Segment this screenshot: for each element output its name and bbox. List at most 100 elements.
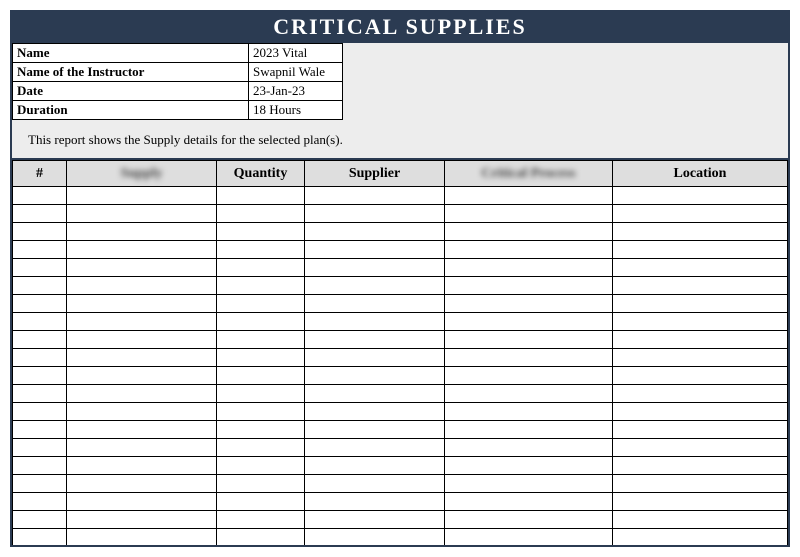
table-row: [13, 475, 788, 493]
cell-quantity: [217, 385, 305, 403]
cell-location: [613, 511, 788, 529]
cell-supplier: [305, 511, 445, 529]
table-row: [13, 511, 788, 529]
cell-num: [13, 439, 67, 457]
cell-quantity: [217, 421, 305, 439]
col-header-num: #: [13, 161, 67, 187]
cell-supply: [67, 295, 217, 313]
table-row: [13, 259, 788, 277]
cell-location: [613, 205, 788, 223]
cell-location: [613, 277, 788, 295]
meta-value-name: 2023 Vital: [249, 44, 343, 63]
cell-location: [613, 241, 788, 259]
meta-row-duration: Duration 18 Hours: [13, 101, 343, 120]
col-header-supply: Supply: [67, 161, 217, 187]
cell-num: [13, 277, 67, 295]
cell-supplier: [305, 295, 445, 313]
cell-num: [13, 529, 67, 546]
cell-quantity: [217, 241, 305, 259]
cell-supply: [67, 331, 217, 349]
cell-critical: [445, 421, 613, 439]
cell-critical: [445, 403, 613, 421]
cell-num: [13, 475, 67, 493]
cell-supplier: [305, 205, 445, 223]
cell-num: [13, 457, 67, 475]
cell-quantity: [217, 259, 305, 277]
col-header-quantity: Quantity: [217, 161, 305, 187]
cell-critical: [445, 223, 613, 241]
table-row: [13, 187, 788, 205]
cell-critical: [445, 511, 613, 529]
cell-supplier: [305, 223, 445, 241]
cell-supplier: [305, 313, 445, 331]
cell-num: [13, 367, 67, 385]
cell-supplier: [305, 439, 445, 457]
cell-quantity: [217, 367, 305, 385]
cell-supplier: [305, 277, 445, 295]
cell-location: [613, 187, 788, 205]
cell-quantity: [217, 349, 305, 367]
cell-location: [613, 259, 788, 277]
table-row: [13, 385, 788, 403]
cell-supply: [67, 529, 217, 546]
cell-supply: [67, 511, 217, 529]
cell-location: [613, 529, 788, 546]
table-row: [13, 403, 788, 421]
cell-quantity: [217, 205, 305, 223]
cell-critical: [445, 277, 613, 295]
table-row: [13, 421, 788, 439]
cell-critical: [445, 493, 613, 511]
cell-supply: [67, 223, 217, 241]
cell-critical: [445, 457, 613, 475]
cell-supply: [67, 367, 217, 385]
cell-quantity: [217, 403, 305, 421]
cell-supplier: [305, 457, 445, 475]
cell-num: [13, 187, 67, 205]
cell-supply: [67, 205, 217, 223]
cell-supply: [67, 349, 217, 367]
table-row: [13, 367, 788, 385]
cell-critical: [445, 313, 613, 331]
cell-critical: [445, 529, 613, 546]
cell-supply: [67, 241, 217, 259]
cell-location: [613, 493, 788, 511]
cell-num: [13, 385, 67, 403]
cell-num: [13, 223, 67, 241]
cell-supplier: [305, 367, 445, 385]
cell-supplier: [305, 349, 445, 367]
cell-location: [613, 223, 788, 241]
cell-supply: [67, 493, 217, 511]
cell-critical: [445, 295, 613, 313]
cell-quantity: [217, 313, 305, 331]
cell-quantity: [217, 529, 305, 546]
cell-critical: [445, 205, 613, 223]
table-row: [13, 205, 788, 223]
cell-location: [613, 367, 788, 385]
cell-quantity: [217, 295, 305, 313]
col-header-supplier: Supplier: [305, 161, 445, 187]
cell-num: [13, 403, 67, 421]
cell-supply: [67, 277, 217, 295]
cell-quantity: [217, 223, 305, 241]
table-row: [13, 241, 788, 259]
cell-supplier: [305, 259, 445, 277]
cell-supplier: [305, 493, 445, 511]
cell-supplier: [305, 385, 445, 403]
meta-row-instructor: Name of the Instructor Swapnil Wale: [13, 63, 343, 82]
meta-value-date: 23-Jan-23: [249, 82, 343, 101]
data-body: [13, 187, 788, 546]
meta-section: Name 2023 Vital Name of the Instructor S…: [12, 43, 788, 120]
cell-location: [613, 421, 788, 439]
cell-supply: [67, 421, 217, 439]
cell-location: [613, 385, 788, 403]
cell-location: [613, 349, 788, 367]
cell-supply: [67, 313, 217, 331]
meta-value-instructor: Swapnil Wale: [249, 63, 343, 82]
meta-label-instructor: Name of the Instructor: [13, 63, 249, 82]
cell-num: [13, 313, 67, 331]
table-row: [13, 331, 788, 349]
cell-num: [13, 493, 67, 511]
cell-critical: [445, 439, 613, 457]
cell-quantity: [217, 493, 305, 511]
col-header-location: Location: [613, 161, 788, 187]
